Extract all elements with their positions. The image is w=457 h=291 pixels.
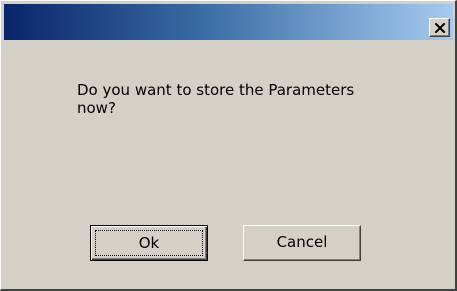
- ok-button-label: Ok: [95, 230, 203, 256]
- dialog-message: Do you want to store the Parameters now?: [77, 81, 355, 117]
- cancel-button[interactable]: Cancel: [243, 225, 361, 261]
- close-button[interactable]: [429, 18, 450, 37]
- confirm-dialog: Do you want to store the Parameters now?…: [0, 0, 457, 291]
- title-bar[interactable]: [4, 4, 453, 40]
- ok-button[interactable]: Ok: [90, 225, 208, 261]
- close-icon: [435, 23, 446, 33]
